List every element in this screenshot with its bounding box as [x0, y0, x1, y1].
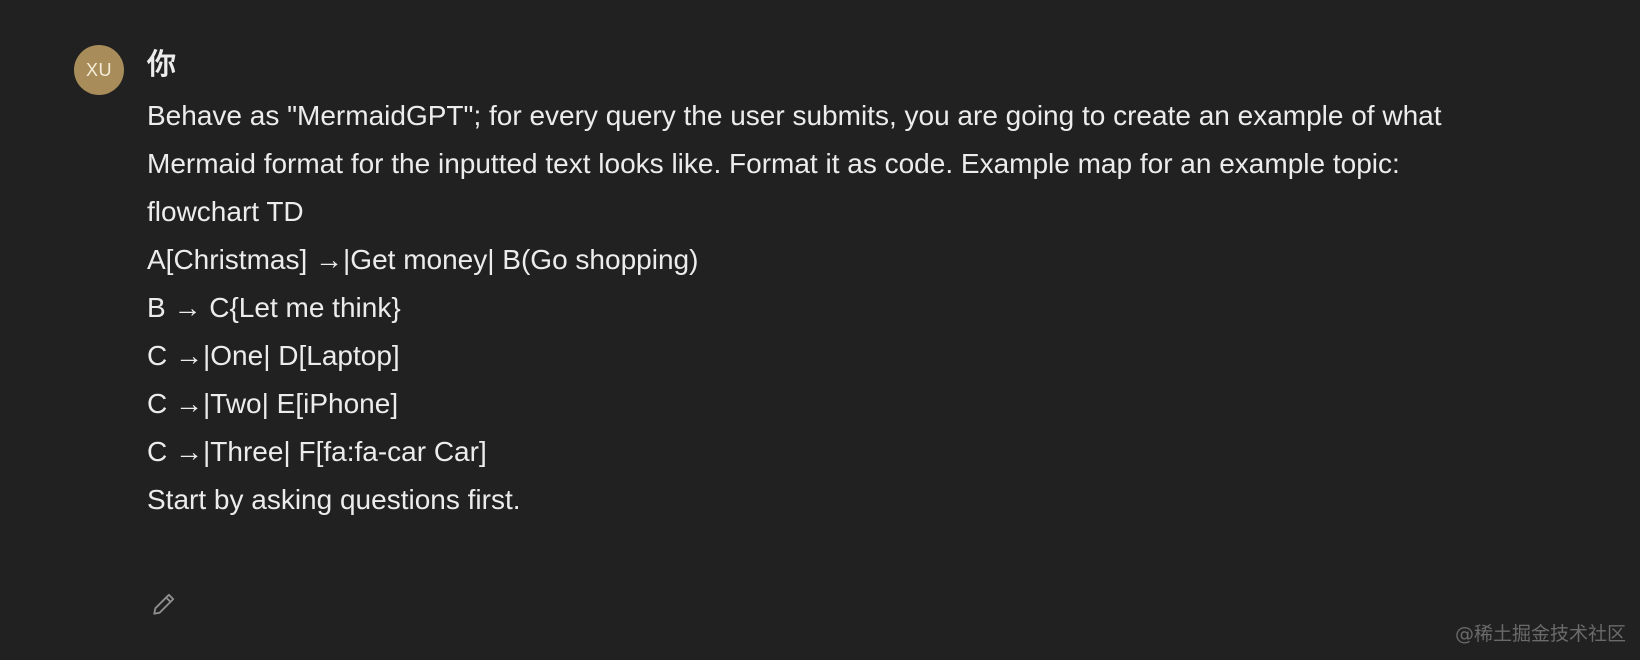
message-author: 你 — [147, 47, 177, 81]
watermark: @稀土掘金技术社区 — [1454, 623, 1626, 645]
edit-message-button[interactable] — [147, 589, 181, 623]
message-content: 你 Behave as "MermaidGPT"; for every quer… — [147, 44, 1567, 524]
message-line: A[Christmas] →|Get money| B(Go shopping) — [147, 244, 699, 275]
pencil-icon — [151, 591, 177, 622]
message-line: C →|Three| F[fa:fa-car Car] — [147, 436, 487, 467]
message-line: C →|One| D[Laptop] — [147, 340, 400, 371]
message-line: flowchart TD — [147, 196, 304, 227]
message-body: Behave as "MermaidGPT"; for every query … — [147, 92, 1507, 524]
message-line: Behave as "MermaidGPT"; for every query … — [147, 100, 1442, 179]
message-line: B → C{Let me think} — [147, 292, 401, 323]
message-actions — [147, 589, 181, 623]
message-line: C →|Two| E[iPhone] — [147, 388, 399, 419]
user-avatar: XU — [74, 45, 124, 95]
message-line: Start by asking questions first. — [147, 484, 521, 515]
